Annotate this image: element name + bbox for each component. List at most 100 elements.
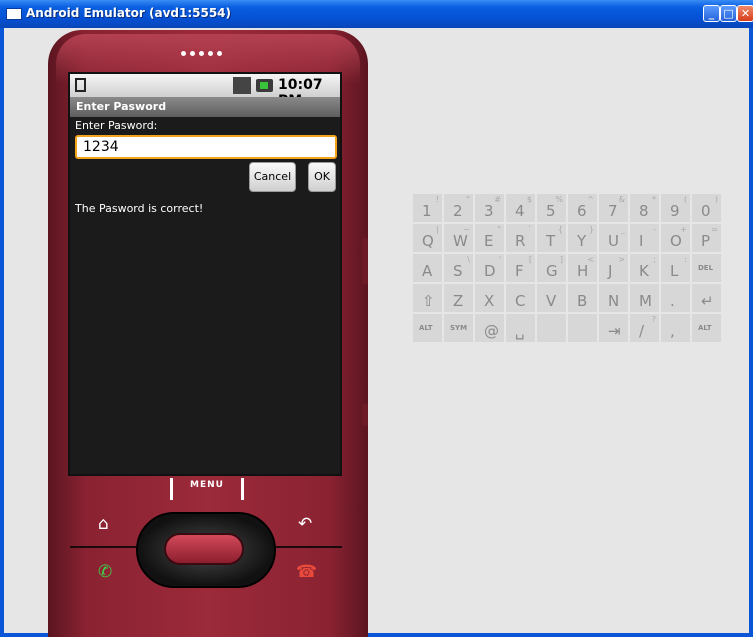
keyboard-key[interactable]: DEL xyxy=(692,254,721,282)
keyboard-key[interactable]: B xyxy=(568,284,597,312)
key-alt-label: ? xyxy=(651,315,656,324)
key-label: 5 xyxy=(546,202,556,220)
keyboard-key[interactable]: SYM xyxy=(444,314,473,342)
keyboard-key[interactable]: J > xyxy=(599,254,628,282)
signal-icon xyxy=(233,77,251,94)
keyboard-key[interactable]: 3 # xyxy=(475,194,504,222)
keyboard-key[interactable]: 7 & xyxy=(599,194,628,222)
keyboard-key[interactable]: ↵ xyxy=(692,284,721,312)
keyboard-key[interactable]: 2 " xyxy=(444,194,473,222)
keyboard-key[interactable]: ⇥ xyxy=(599,314,628,342)
key-label: U xyxy=(608,232,619,250)
key-label: I xyxy=(639,232,644,250)
menu-button[interactable]: MENU xyxy=(190,480,224,490)
key-label: , xyxy=(670,322,675,340)
key-alt-label: { xyxy=(557,225,563,234)
key-alt-label: \ xyxy=(467,255,470,264)
home-icon[interactable]: ⌂ xyxy=(98,516,109,533)
key-alt-label: ( xyxy=(683,195,687,204)
keyboard-key[interactable]: 0) xyxy=(692,194,721,222)
keyboard-key[interactable]: U _ xyxy=(599,224,628,252)
trackball[interactable] xyxy=(164,533,244,565)
key-label: M xyxy=(639,292,652,310)
keyboard-key[interactable]: ALT xyxy=(692,314,721,342)
key-alt-label: $ xyxy=(526,195,532,204)
keyboard-key[interactable]: H < xyxy=(568,254,597,282)
key-label: Q xyxy=(422,232,434,250)
volume-button[interactable] xyxy=(362,238,368,284)
keyboard-key[interactable]: . xyxy=(661,284,690,312)
keyboard-key[interactable]: R ` xyxy=(506,224,535,252)
keyboard-key[interactable]: F[ xyxy=(506,254,535,282)
maximize-button[interactable]: □ xyxy=(720,5,737,22)
app-window-icon xyxy=(6,8,22,20)
keyboard-key[interactable]: G] xyxy=(537,254,566,282)
keyboard-key[interactable]: C xyxy=(506,284,535,312)
keyboard-key[interactable]: 8 * xyxy=(630,194,659,222)
keyboard-key[interactable]: 5% xyxy=(537,194,566,222)
keyboard-key[interactable] xyxy=(537,314,566,342)
keyboard-key[interactable]: A xyxy=(413,254,442,282)
key-alt-label: ' xyxy=(498,255,501,264)
key-label: A xyxy=(422,262,433,280)
key-label: 4 xyxy=(515,202,525,220)
keyboard-key[interactable]: @ xyxy=(475,314,504,342)
keyboard-key[interactable]: N xyxy=(599,284,628,312)
keyboard-key[interactable]: Y} xyxy=(568,224,597,252)
camera-button[interactable] xyxy=(362,404,368,426)
key-label: SYM xyxy=(450,324,468,332)
window-titlebar[interactable]: Android Emulator (avd1:5554) _ □ ✕ xyxy=(0,0,753,28)
keyboard-key[interactable]: S \ xyxy=(444,254,473,282)
close-button[interactable]: ✕ xyxy=(737,5,753,22)
key-label: X xyxy=(484,292,495,310)
keyboard-key[interactable]: /? xyxy=(630,314,659,342)
ok-button[interactable]: OK xyxy=(308,162,336,192)
keyboard-key[interactable]: W ~ xyxy=(444,224,473,252)
password-input[interactable]: 1234 xyxy=(75,135,337,159)
keyboard-key[interactable]: P = xyxy=(692,224,721,252)
keyboard-key[interactable]: X xyxy=(475,284,504,312)
key-label: / xyxy=(639,322,645,340)
keyboard-key[interactable]: ⇧ xyxy=(413,284,442,312)
window-title: Android Emulator (avd1:5554) xyxy=(26,6,232,20)
keyboard-key[interactable]: V xyxy=(537,284,566,312)
keyboard-key[interactable] xyxy=(568,314,597,342)
keyboard-key[interactable]: ␣ xyxy=(506,314,535,342)
keyboard-key[interactable]: ALT xyxy=(413,314,442,342)
control-divider-left xyxy=(70,546,146,548)
control-divider-right xyxy=(272,546,342,548)
keyboard-key[interactable]: Z xyxy=(444,284,473,312)
cancel-button[interactable]: Cancel xyxy=(249,162,296,192)
keyboard-key[interactable]: K; xyxy=(630,254,659,282)
keyboard-key[interactable]: 6 ^ xyxy=(568,194,597,222)
key-label: . xyxy=(670,292,675,310)
call-icon[interactable]: ✆ xyxy=(98,564,112,581)
keyboard-key[interactable]: Q | xyxy=(413,224,442,252)
end-call-icon[interactable]: ☎ xyxy=(296,564,317,581)
keyboard-key[interactable]: , xyxy=(661,314,690,342)
keyboard-key[interactable]: O + xyxy=(661,224,690,252)
back-icon[interactable]: ↶ xyxy=(298,516,312,533)
key-label: 2 xyxy=(453,202,463,220)
menu-divider-right xyxy=(241,478,244,500)
minimize-button[interactable]: _ xyxy=(703,5,720,22)
keyboard-key[interactable]: L: xyxy=(661,254,690,282)
password-prompt: Enter Pasword: xyxy=(75,119,158,132)
key-label: T xyxy=(546,232,556,250)
key-alt-label: > xyxy=(618,255,625,264)
keyboard-key[interactable]: I- xyxy=(630,224,659,252)
key-label: ALT xyxy=(698,324,712,332)
keyboard-key[interactable]: 1! xyxy=(413,194,442,222)
key-alt-label: & xyxy=(618,195,625,204)
key-label: @ xyxy=(484,322,499,340)
key-label: S xyxy=(453,262,463,280)
keyboard-key[interactable]: D ' xyxy=(475,254,504,282)
key-alt-label: ` xyxy=(528,225,532,234)
key-label: 0 xyxy=(701,202,711,220)
keyboard-key[interactable]: T{ xyxy=(537,224,566,252)
keyboard-key[interactable]: 9( xyxy=(661,194,690,222)
keyboard-key[interactable]: 4 $ xyxy=(506,194,535,222)
key-alt-label: } xyxy=(588,225,594,234)
keyboard-key[interactable]: M xyxy=(630,284,659,312)
keyboard-key[interactable]: E " xyxy=(475,224,504,252)
